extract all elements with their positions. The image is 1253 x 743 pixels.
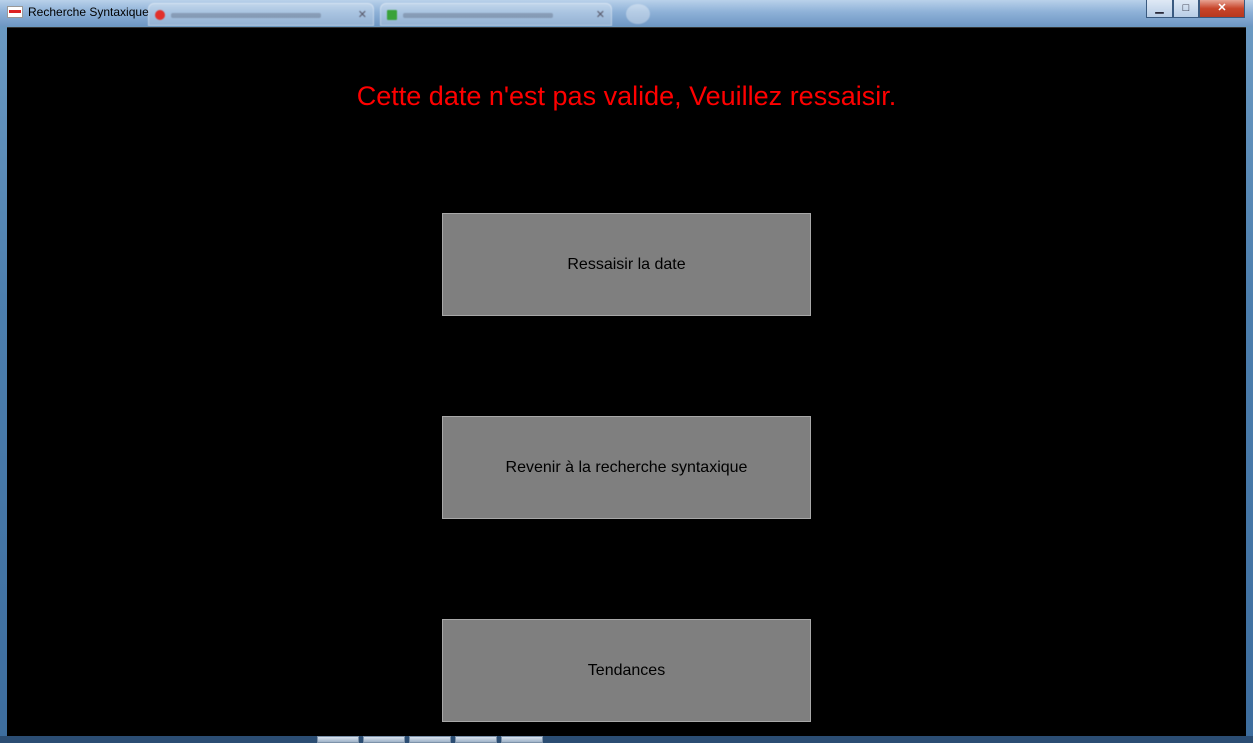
close-button[interactable]: ✕ [1199,0,1245,18]
window-titlebar[interactable]: Recherche Syntaxique ✕ ✕ ▁ □ ✕ [0,0,1253,26]
app-icon [7,6,23,18]
background-browser-tab-2[interactable]: ✕ [380,3,612,26]
taskbar-item[interactable] [501,736,543,743]
error-message: Cette date n'est pas valide, Veuillez re… [356,81,897,111]
trends-button[interactable]: Tendances [442,619,811,722]
tab-close-icon[interactable]: ✕ [358,8,367,21]
blurred-tab-title [171,13,321,18]
taskbar-item[interactable] [455,736,497,743]
taskbar-item[interactable] [317,736,359,743]
background-browser-tab-1[interactable]: ✕ [148,3,374,26]
browser-tab-favicon-icon [155,10,165,20]
taskbar-item[interactable] [409,736,451,743]
tab-close-icon[interactable]: ✕ [596,8,605,21]
blurred-tab-title [403,13,553,18]
main-panel: Cette date n'est pas valide, Veuillez re… [7,27,1246,743]
browser-tab-favicon-icon [387,10,397,20]
back-to-syntax-search-button[interactable]: Revenir à la recherche syntaxique [442,416,811,519]
taskbar-item[interactable] [363,736,405,743]
new-tab-button[interactable] [626,4,650,24]
taskbar [0,736,1253,743]
minimize-button[interactable]: ▁ [1146,0,1173,18]
re-enter-date-button[interactable]: Ressaisir la date [442,213,811,316]
maximize-button[interactable]: □ [1173,0,1199,18]
window-title: Recherche Syntaxique [28,5,149,19]
